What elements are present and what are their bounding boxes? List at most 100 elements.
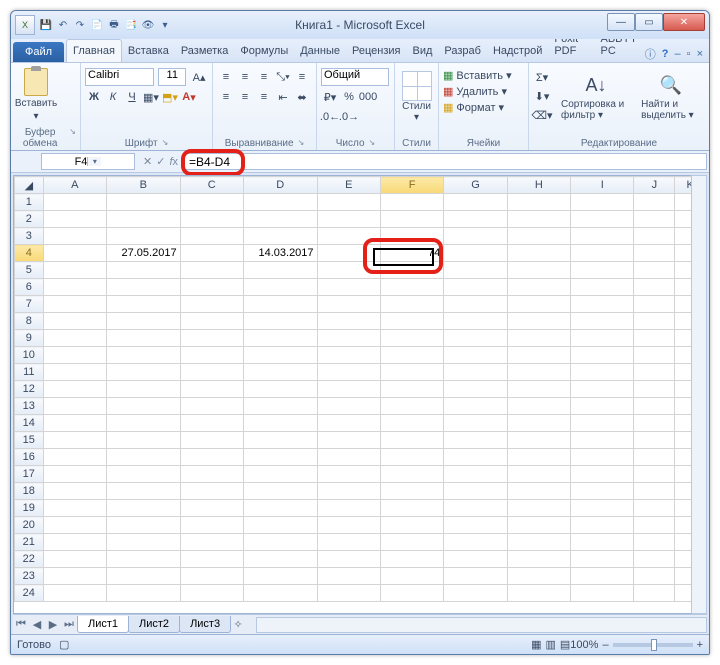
- cell[interactable]: [106, 585, 180, 602]
- cell[interactable]: [634, 245, 675, 262]
- cell[interactable]: [380, 517, 443, 534]
- cell[interactable]: [243, 296, 317, 313]
- row-header[interactable]: 7: [15, 296, 44, 313]
- cell[interactable]: [444, 262, 507, 279]
- cell[interactable]: [507, 415, 570, 432]
- cell[interactable]: [106, 415, 180, 432]
- cell[interactable]: [380, 296, 443, 313]
- cell[interactable]: [317, 551, 380, 568]
- cell[interactable]: [444, 500, 507, 517]
- cell[interactable]: 14.03.2017: [243, 245, 317, 262]
- row-header[interactable]: 18: [15, 483, 44, 500]
- sheet-tab-active[interactable]: Лист1: [77, 616, 129, 633]
- tab-insert[interactable]: Вставка: [122, 40, 175, 62]
- cell[interactable]: [180, 432, 243, 449]
- cell[interactable]: [380, 534, 443, 551]
- cell[interactable]: [180, 228, 243, 245]
- cell[interactable]: [507, 398, 570, 415]
- cell[interactable]: [180, 551, 243, 568]
- cell[interactable]: [180, 483, 243, 500]
- cell[interactable]: [571, 517, 634, 534]
- cell[interactable]: [571, 585, 634, 602]
- cell[interactable]: [380, 415, 443, 432]
- tab-addins[interactable]: Надстрой: [487, 40, 548, 62]
- cell[interactable]: [634, 296, 675, 313]
- cell[interactable]: [106, 466, 180, 483]
- increase-decimal-icon[interactable]: .0←: [321, 108, 339, 126]
- qat-save-icon[interactable]: 💾: [39, 18, 53, 32]
- cell[interactable]: [243, 500, 317, 517]
- cell[interactable]: [180, 347, 243, 364]
- sort-filter-button[interactable]: A↓ Сортировка и фильтр ▾: [557, 68, 635, 124]
- cell[interactable]: [106, 347, 180, 364]
- decrease-decimal-icon[interactable]: .0→: [340, 108, 358, 126]
- cell[interactable]: [380, 313, 443, 330]
- cell[interactable]: [571, 500, 634, 517]
- row-header[interactable]: 12: [15, 381, 44, 398]
- cell[interactable]: [380, 228, 443, 245]
- cell[interactable]: [106, 364, 180, 381]
- cell[interactable]: [106, 313, 180, 330]
- cell[interactable]: [180, 381, 243, 398]
- cell[interactable]: [180, 517, 243, 534]
- cell[interactable]: [571, 398, 634, 415]
- cell[interactable]: [317, 330, 380, 347]
- cell[interactable]: [106, 568, 180, 585]
- cell[interactable]: [43, 415, 106, 432]
- cell[interactable]: [507, 568, 570, 585]
- cell[interactable]: [106, 432, 180, 449]
- cell[interactable]: [507, 330, 570, 347]
- cell[interactable]: [571, 466, 634, 483]
- cell[interactable]: [634, 330, 675, 347]
- cell[interactable]: [571, 262, 634, 279]
- cell[interactable]: [180, 364, 243, 381]
- cell[interactable]: [243, 517, 317, 534]
- col-header[interactable]: I: [571, 177, 634, 194]
- cell[interactable]: [444, 347, 507, 364]
- name-box[interactable]: F4 ▾: [41, 153, 135, 170]
- cell[interactable]: [317, 347, 380, 364]
- cell[interactable]: [571, 279, 634, 296]
- cell[interactable]: [106, 228, 180, 245]
- cell[interactable]: [507, 245, 570, 262]
- doc-min-icon[interactable]: –: [675, 48, 681, 60]
- cell[interactable]: [180, 534, 243, 551]
- cell[interactable]: [180, 568, 243, 585]
- tab-layout[interactable]: Разметка: [175, 40, 235, 62]
- row-header[interactable]: 4: [15, 245, 44, 262]
- delete-cells-button[interactable]: ▦Удалить ▾: [443, 84, 524, 99]
- cell[interactable]: [243, 432, 317, 449]
- view-pagebreak-icon[interactable]: ▤: [560, 638, 570, 651]
- cell[interactable]: [571, 228, 634, 245]
- cell[interactable]: [106, 211, 180, 228]
- cell[interactable]: [571, 211, 634, 228]
- col-header[interactable]: G: [444, 177, 507, 194]
- cell[interactable]: [634, 483, 675, 500]
- border-icon[interactable]: ▦▾: [142, 88, 160, 106]
- cell[interactable]: [444, 483, 507, 500]
- cell[interactable]: [43, 534, 106, 551]
- cell[interactable]: [507, 228, 570, 245]
- cell[interactable]: [243, 585, 317, 602]
- cell[interactable]: [180, 466, 243, 483]
- cell[interactable]: [106, 381, 180, 398]
- cell[interactable]: [106, 296, 180, 313]
- cell[interactable]: [571, 364, 634, 381]
- align-middle-icon[interactable]: ≡: [236, 68, 254, 86]
- find-select-button[interactable]: 🔍 Найти и выделить ▾: [637, 68, 705, 124]
- cell[interactable]: [317, 449, 380, 466]
- cell[interactable]: [317, 381, 380, 398]
- col-header[interactable]: H: [507, 177, 570, 194]
- cell[interactable]: [444, 330, 507, 347]
- col-header[interactable]: D: [243, 177, 317, 194]
- cell[interactable]: [380, 398, 443, 415]
- cell[interactable]: [380, 585, 443, 602]
- cell[interactable]: [634, 432, 675, 449]
- cell[interactable]: [243, 228, 317, 245]
- sheet-tab[interactable]: Лист2: [128, 616, 180, 633]
- cell[interactable]: [243, 313, 317, 330]
- font-launcher-icon[interactable]: ↘: [162, 138, 169, 149]
- cell[interactable]: [180, 415, 243, 432]
- cell[interactable]: [444, 432, 507, 449]
- align-launcher-icon[interactable]: ↘: [298, 138, 305, 149]
